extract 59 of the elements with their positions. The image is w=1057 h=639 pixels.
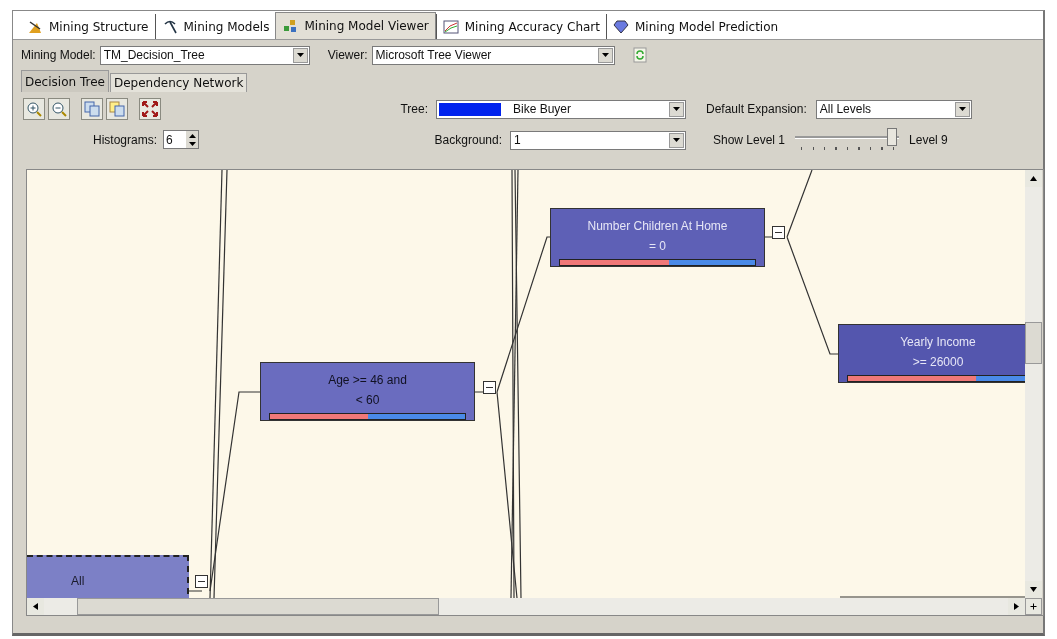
mining-model-label: Mining Model: [21, 48, 96, 62]
dropdown-arrow-icon [673, 107, 680, 111]
refresh-icon[interactable] [632, 47, 647, 63]
viewer-dropdown[interactable]: Microsoft Tree Viewer [371, 45, 615, 65]
background-dropdown[interactable]: 1 [510, 130, 686, 150]
scroll-up-icon[interactable] [1025, 170, 1042, 187]
scroll-right-icon[interactable] [1008, 598, 1025, 615]
tree-node[interactable]: Yearly Income >= 26000 [838, 324, 1025, 383]
tab[interactable]: Mining Model Viewer [275, 12, 436, 39]
color-swatch [439, 102, 501, 116]
chart-icon [442, 18, 459, 35]
dropdown-arrow-icon [601, 53, 609, 57]
tree-dropdown[interactable]: Bike Buyer [436, 99, 686, 119]
zoom-in-icon[interactable] [23, 98, 45, 120]
node-label: = 0 [649, 238, 666, 255]
zoom-out-icon[interactable] [48, 98, 70, 120]
default-expansion-label: Default Expansion: [706, 102, 807, 116]
dropdown-arrow-icon [673, 138, 680, 142]
dropdown-arrow-icon [296, 53, 304, 57]
pickaxe-chart-icon [27, 18, 43, 35]
tree-node[interactable]: Age >= 46 and < 60 [260, 362, 475, 421]
background-label: Background: [434, 133, 502, 147]
tree-label: Tree: [400, 102, 428, 116]
spinner-arrows-icon [187, 131, 197, 148]
copy-icon[interactable] [81, 98, 103, 120]
horizontal-scrollbar[interactable] [27, 598, 1025, 615]
gem-icon [613, 18, 629, 35]
scroll-thumb[interactable] [1025, 322, 1042, 364]
viewer-label: Viewer: [327, 48, 368, 62]
collapse-icon[interactable] [195, 575, 208, 588]
level-max-label: Level 9 [909, 133, 948, 147]
histograms-label: Histograms: [93, 132, 157, 147]
fit-to-window-icon[interactable] [139, 98, 161, 120]
tree-node[interactable]: All [27, 555, 189, 598]
expansion-dropdown[interactable]: All Levels [815, 99, 972, 119]
collapse-icon[interactable] [772, 226, 785, 239]
dropdown-arrow-icon [958, 107, 966, 111]
node-label: >= 26000 [912, 354, 964, 371]
viewer-tab[interactable]: Decision Tree [21, 70, 109, 92]
vertical-scrollbar[interactable] [1025, 170, 1042, 598]
viewer-tab[interactable]: Dependency Network [109, 73, 248, 92]
node-label: Number Children At Home [587, 218, 728, 235]
zoom-corner-icon[interactable] [1025, 598, 1042, 615]
cubes-icon [282, 18, 299, 34]
scroll-thumb[interactable] [77, 598, 439, 615]
node-label: Yearly Income [900, 334, 976, 351]
level-slider[interactable] [795, 128, 900, 152]
slider-thumb[interactable] [887, 128, 898, 146]
node-label: All [71, 573, 85, 590]
node-label: < 60 [355, 392, 380, 409]
scroll-down-icon[interactable] [1025, 581, 1042, 598]
show-level-label: Show Level 1 [713, 133, 786, 147]
scroll-left-icon[interactable] [27, 598, 44, 615]
tree-node[interactable]: Number Children At Home = 0 [550, 208, 765, 267]
node-label: Age >= 46 and [328, 372, 407, 389]
collapse-icon[interactable] [483, 381, 496, 394]
mining-model-dropdown[interactable]: TM_Decision_Tree [99, 45, 310, 65]
histograms-spinner[interactable]: 6 [163, 130, 199, 149]
copy-graph-icon[interactable] [106, 98, 128, 120]
